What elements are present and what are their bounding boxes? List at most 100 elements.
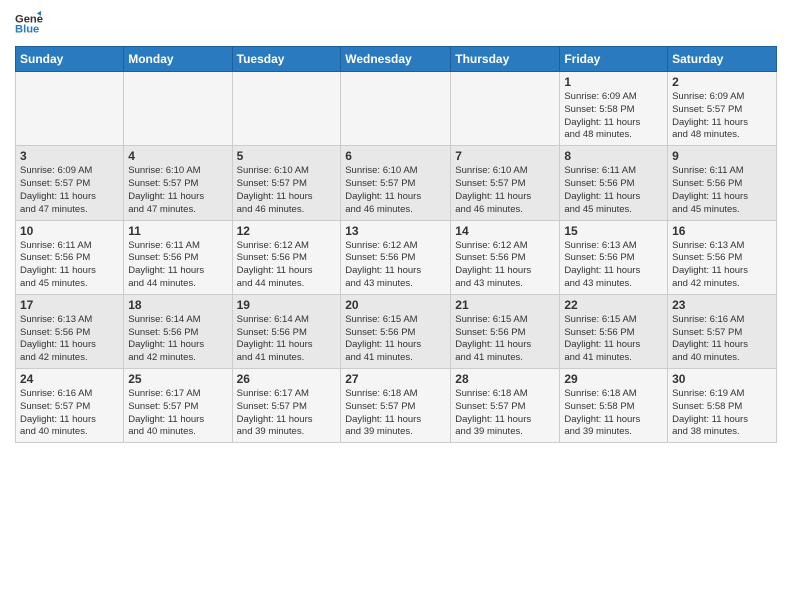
- calendar-cell: 1Sunrise: 6:09 AMSunset: 5:58 PMDaylight…: [560, 72, 668, 146]
- day-number: 23: [672, 298, 772, 312]
- day-number: 18: [128, 298, 227, 312]
- day-number: 11: [128, 224, 227, 238]
- calendar-cell: 15Sunrise: 6:13 AMSunset: 5:56 PMDayligh…: [560, 220, 668, 294]
- day-info: Sunrise: 6:14 AMSunset: 5:56 PMDaylight:…: [237, 314, 337, 365]
- calendar-week-row: 1Sunrise: 6:09 AMSunset: 5:58 PMDaylight…: [16, 72, 777, 146]
- day-info: Sunrise: 6:14 AMSunset: 5:56 PMDaylight:…: [128, 314, 227, 365]
- logo-icon: General Blue: [15, 10, 43, 38]
- calendar-cell: 21Sunrise: 6:15 AMSunset: 5:56 PMDayligh…: [451, 294, 560, 368]
- day-number: 24: [20, 372, 119, 386]
- day-number: 14: [455, 224, 555, 238]
- day-number: 12: [237, 224, 337, 238]
- day-number: 10: [20, 224, 119, 238]
- day-number: 3: [20, 149, 119, 163]
- day-info: Sunrise: 6:19 AMSunset: 5:58 PMDaylight:…: [672, 388, 772, 439]
- day-info: Sunrise: 6:09 AMSunset: 5:57 PMDaylight:…: [672, 91, 772, 142]
- calendar-cell: 25 Sunrise: 6:17 AMSunset: 5:57 PMDayligh…: [124, 369, 232, 443]
- calendar-cell: 29 Sunrise: 6:18 AMSunset: 5:58 PMDayligh…: [560, 369, 668, 443]
- day-number: 30: [672, 372, 772, 386]
- calendar-cell: 22 Sunrise: 6:15 AMSunset: 5:56 PMDayligh…: [560, 294, 668, 368]
- day-info: Sunrise: 6:18 AMSunset: 5:57 PMDaylight:…: [345, 388, 446, 439]
- day-number: 5: [237, 149, 337, 163]
- calendar-week-row: 10 Sunrise: 6:11 AMSunset: 5:56 PMDayligh…: [16, 220, 777, 294]
- day-info: Sunrise: 6:18 AMSunset: 5:58 PMDaylight:…: [564, 388, 663, 439]
- day-info: Sunrise: 6:10 AMSunset: 5:57 PMDaylight:…: [237, 165, 337, 216]
- calendar-cell: 17 Sunrise: 6:13 AMSunset: 5:56 PMDayligh…: [16, 294, 124, 368]
- day-info: Sunrise: 6:10 AMSunset: 5:57 PMDaylight:…: [455, 165, 555, 216]
- calendar-cell: 9 Sunrise: 6:11 AMSunset: 5:56 PMDaylight…: [668, 146, 777, 220]
- day-info: Sunrise: 6:18 AMSunset: 5:57 PMDaylight:…: [455, 388, 555, 439]
- day-info: Sunrise: 6:13 AMSunset: 5:56 PMDaylight:…: [564, 240, 663, 291]
- day-info: Sunrise: 6:12 AMSunset: 5:56 PMDaylight:…: [237, 240, 337, 291]
- weekday-header: Tuesday: [232, 47, 341, 72]
- calendar-body: 1Sunrise: 6:09 AMSunset: 5:58 PMDaylight…: [16, 72, 777, 443]
- calendar-cell: [124, 72, 232, 146]
- calendar-cell: 27 Sunrise: 6:18 AMSunset: 5:57 PMDayligh…: [341, 369, 451, 443]
- day-info: Sunrise: 6:17 AMSunset: 5:57 PMDaylight:…: [128, 388, 227, 439]
- day-number: 21: [455, 298, 555, 312]
- calendar-cell: 14 Sunrise: 6:12 AMSunset: 5:56 PMDayligh…: [451, 220, 560, 294]
- weekday-header: Sunday: [16, 47, 124, 72]
- header: General Blue: [15, 10, 777, 38]
- weekday-header-row: SundayMondayTuesdayWednesdayThursdayFrid…: [16, 47, 777, 72]
- day-number: 1: [564, 75, 663, 89]
- calendar-week-row: 17 Sunrise: 6:13 AMSunset: 5:56 PMDayligh…: [16, 294, 777, 368]
- weekday-header: Thursday: [451, 47, 560, 72]
- day-number: 27: [345, 372, 446, 386]
- calendar-cell: 30 Sunrise: 6:19 AMSunset: 5:58 PMDayligh…: [668, 369, 777, 443]
- day-info: Sunrise: 6:12 AMSunset: 5:56 PMDaylight:…: [345, 240, 446, 291]
- day-number: 8: [564, 149, 663, 163]
- day-info: Sunrise: 6:12 AMSunset: 5:56 PMDaylight:…: [455, 240, 555, 291]
- day-number: 29: [564, 372, 663, 386]
- calendar-cell: 20Sunrise: 6:15 AMSunset: 5:56 PMDayligh…: [341, 294, 451, 368]
- calendar-cell: 19 Sunrise: 6:14 AMSunset: 5:56 PMDayligh…: [232, 294, 341, 368]
- svg-text:Blue: Blue: [15, 23, 39, 35]
- day-info: Sunrise: 6:11 AMSunset: 5:56 PMDaylight:…: [20, 240, 119, 291]
- day-number: 7: [455, 149, 555, 163]
- calendar-week-row: 3 Sunrise: 6:09 AMSunset: 5:57 PMDaylight…: [16, 146, 777, 220]
- weekday-header: Wednesday: [341, 47, 451, 72]
- calendar-cell: 6Sunrise: 6:10 AMSunset: 5:57 PMDaylight…: [341, 146, 451, 220]
- day-number: 19: [237, 298, 337, 312]
- day-number: 17: [20, 298, 119, 312]
- calendar-cell: 24 Sunrise: 6:16 AMSunset: 5:57 PMDayligh…: [16, 369, 124, 443]
- weekday-header: Saturday: [668, 47, 777, 72]
- day-number: 13: [345, 224, 446, 238]
- day-number: 20: [345, 298, 446, 312]
- calendar-cell: [16, 72, 124, 146]
- calendar-cell: 2 Sunrise: 6:09 AMSunset: 5:57 PMDaylight…: [668, 72, 777, 146]
- day-number: 4: [128, 149, 227, 163]
- calendar: SundayMondayTuesdayWednesdayThursdayFrid…: [15, 46, 777, 443]
- calendar-cell: 13 Sunrise: 6:12 AMSunset: 5:56 PMDayligh…: [341, 220, 451, 294]
- calendar-cell: 5 Sunrise: 6:10 AMSunset: 5:57 PMDaylight…: [232, 146, 341, 220]
- day-number: 6: [345, 149, 446, 163]
- page: General Blue SundayMondayTuesdayWednesda…: [0, 0, 792, 612]
- day-info: Sunrise: 6:11 AMSunset: 5:56 PMDaylight:…: [564, 165, 663, 216]
- day-info: Sunrise: 6:15 AMSunset: 5:56 PMDaylight:…: [564, 314, 663, 365]
- calendar-cell: 28 Sunrise: 6:18 AMSunset: 5:57 PMDayligh…: [451, 369, 560, 443]
- day-number: 25: [128, 372, 227, 386]
- day-number: 2: [672, 75, 772, 89]
- calendar-cell: 4 Sunrise: 6:10 AMSunset: 5:57 PMDaylight…: [124, 146, 232, 220]
- day-info: Sunrise: 6:17 AMSunset: 5:57 PMDaylight:…: [237, 388, 337, 439]
- day-info: Sunrise: 6:16 AMSunset: 5:57 PMDaylight:…: [20, 388, 119, 439]
- day-number: 9: [672, 149, 772, 163]
- calendar-cell: 12 Sunrise: 6:12 AMSunset: 5:56 PMDayligh…: [232, 220, 341, 294]
- weekday-header: Monday: [124, 47, 232, 72]
- day-number: 28: [455, 372, 555, 386]
- calendar-cell: 3 Sunrise: 6:09 AMSunset: 5:57 PMDaylight…: [16, 146, 124, 220]
- calendar-cell: [341, 72, 451, 146]
- day-info: Sunrise: 6:13 AMSunset: 5:56 PMDaylight:…: [20, 314, 119, 365]
- day-info: Sunrise: 6:10 AMSunset: 5:57 PMDaylight:…: [128, 165, 227, 216]
- day-info: Sunrise: 6:11 AMSunset: 5:56 PMDaylight:…: [128, 240, 227, 291]
- logo: General Blue: [15, 10, 47, 38]
- day-number: 22: [564, 298, 663, 312]
- weekday-header: Friday: [560, 47, 668, 72]
- day-number: 26: [237, 372, 337, 386]
- day-info: Sunrise: 6:11 AMSunset: 5:56 PMDaylight:…: [672, 165, 772, 216]
- calendar-week-row: 24 Sunrise: 6:16 AMSunset: 5:57 PMDayligh…: [16, 369, 777, 443]
- calendar-cell: 18 Sunrise: 6:14 AMSunset: 5:56 PMDayligh…: [124, 294, 232, 368]
- day-info: Sunrise: 6:16 AMSunset: 5:57 PMDaylight:…: [672, 314, 772, 365]
- day-info: Sunrise: 6:09 AMSunset: 5:57 PMDaylight:…: [20, 165, 119, 216]
- calendar-cell: [451, 72, 560, 146]
